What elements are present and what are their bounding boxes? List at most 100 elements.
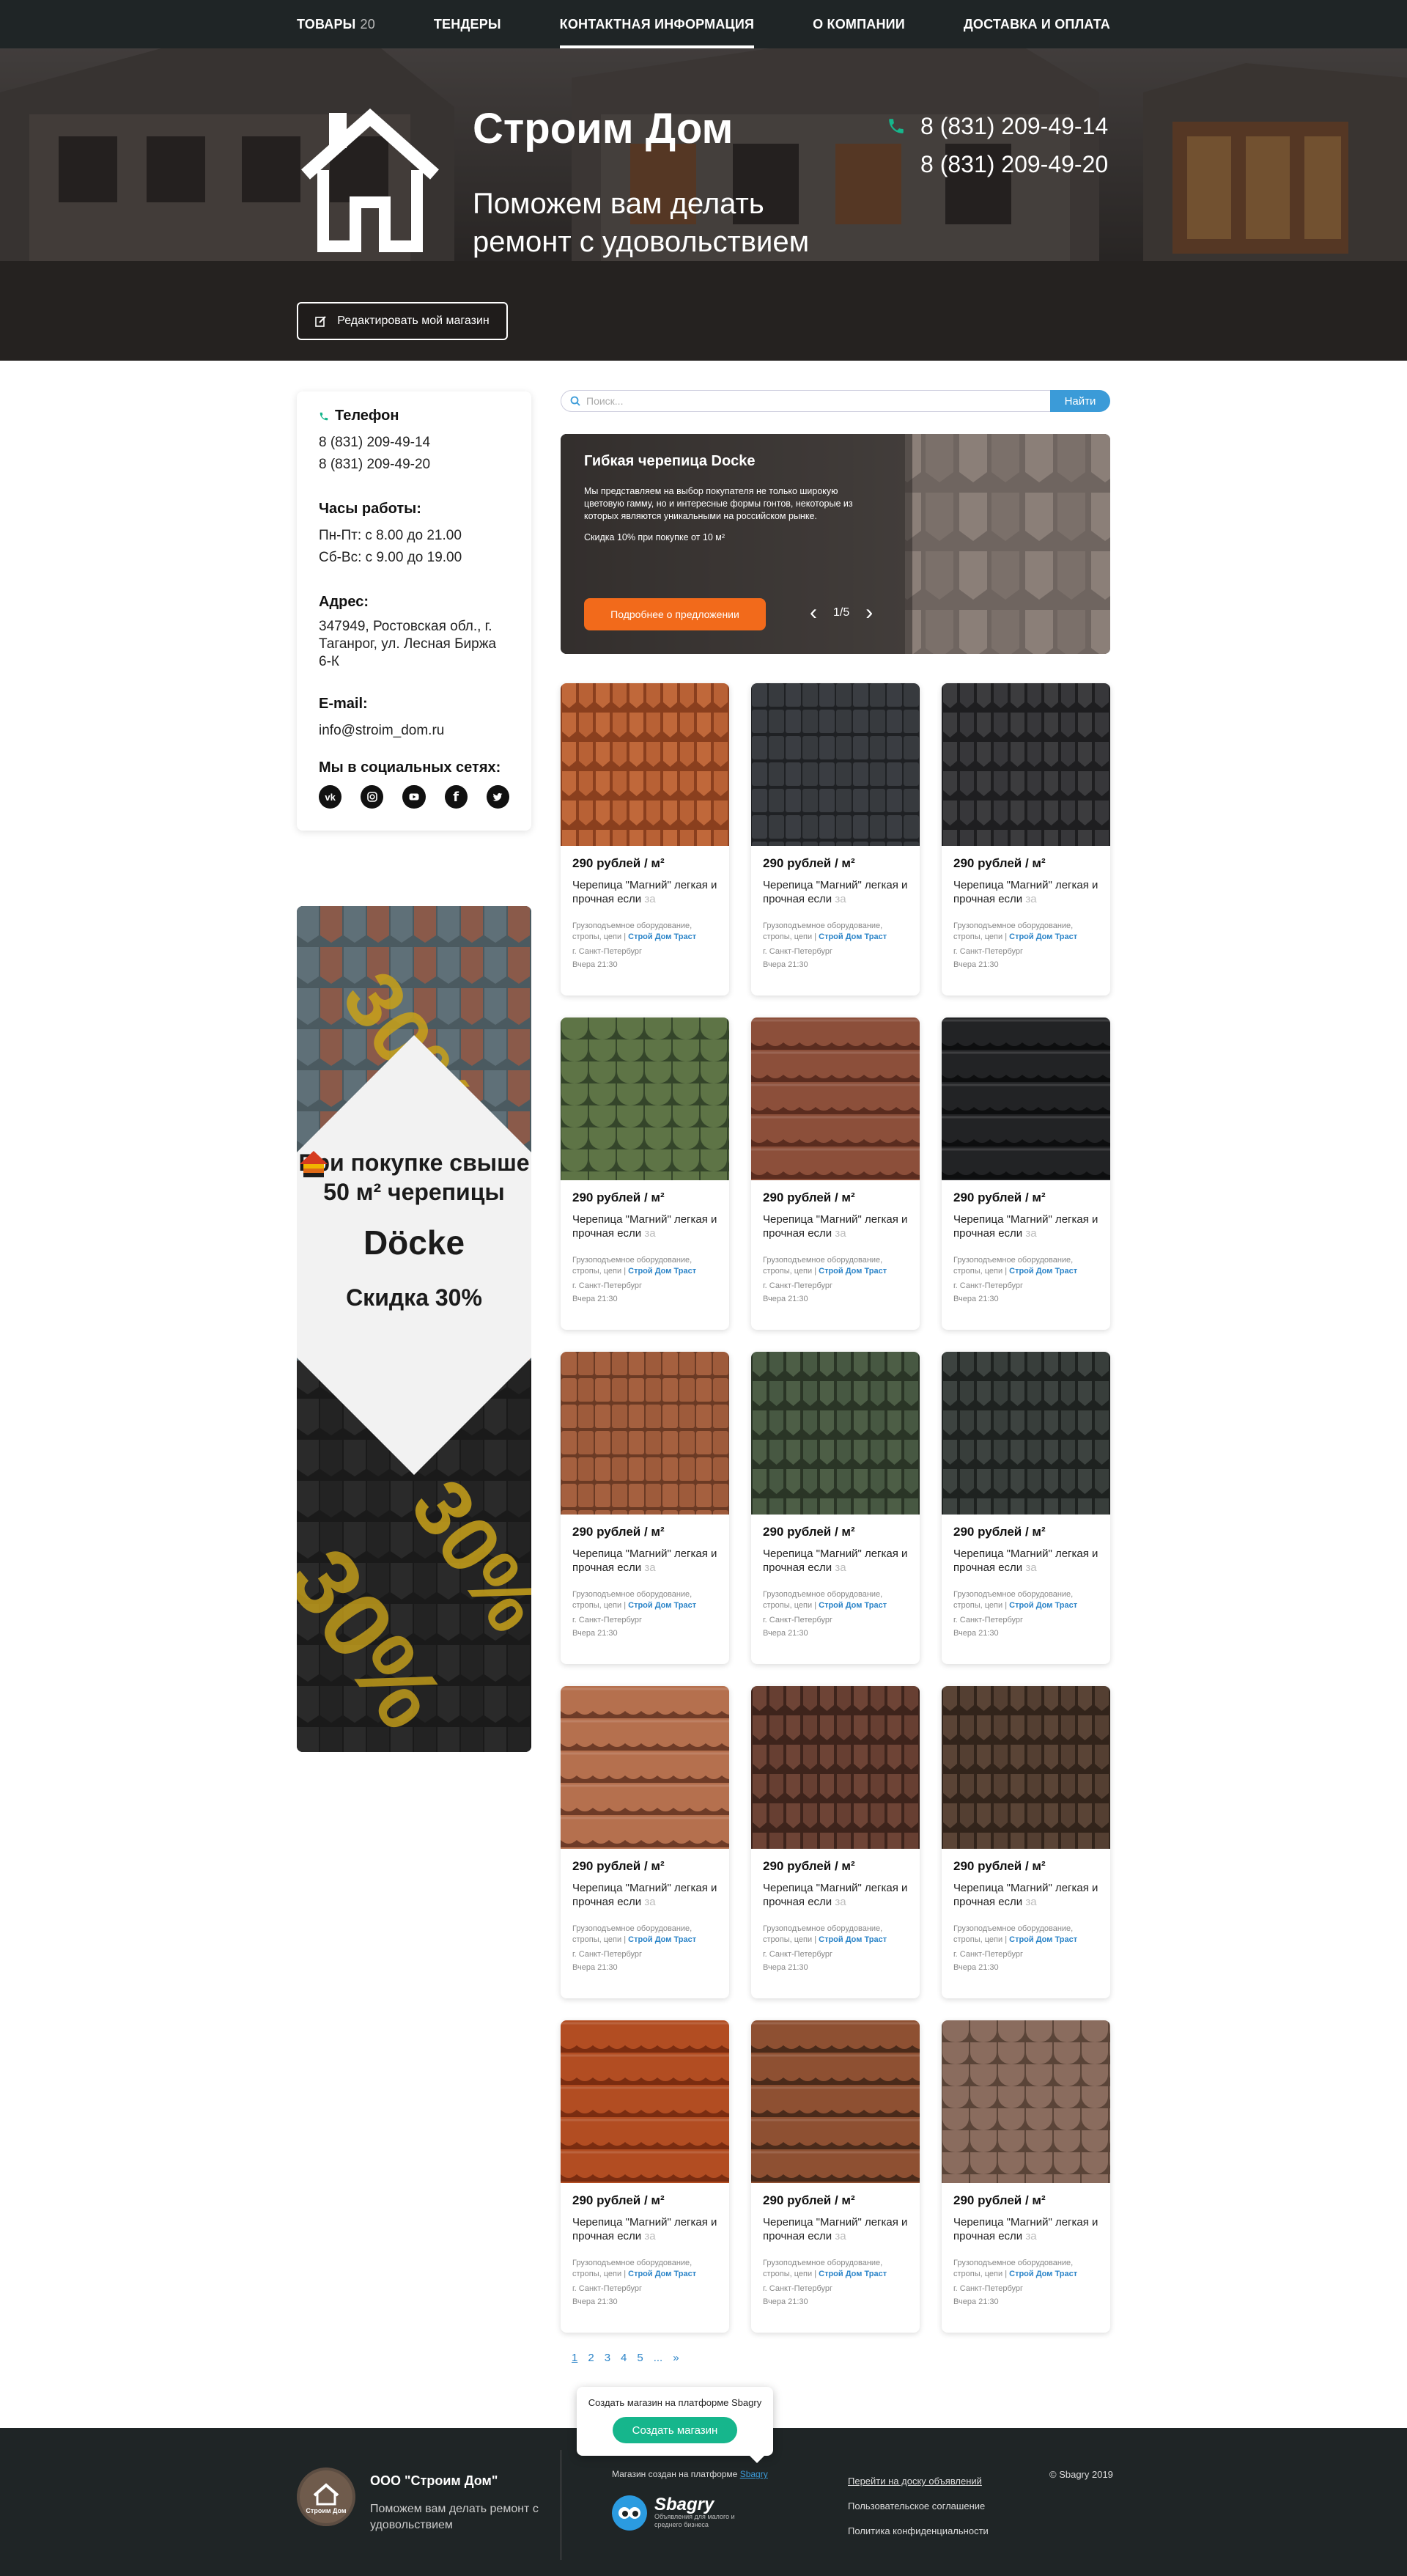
product-card[interactable]: 290 рублей / м² Черепица "Магний" легкая… [942,683,1110,996]
sidebar-phone-2[interactable]: 8 (831) 209-49-20 [319,454,509,476]
product-card[interactable]: 290 рублей / м² Черепица "Магний" легкая… [561,1017,729,1330]
product-seller-link[interactable]: Строй Дом Траст [628,1935,696,1944]
footer-company: ООО "Строим Дом" [370,2473,498,2488]
nav-products[interactable]: ТОВАРЫ 20 [297,0,375,48]
product-image[interactable] [751,1686,920,1849]
product-seller-link[interactable]: Строй Дом Траст [819,1935,887,1944]
product-card[interactable]: 290 рублей / м² Черепица "Магний" легкая… [942,1017,1110,1330]
product-image[interactable] [751,1017,920,1180]
product-seller-link[interactable]: Строй Дом Траст [819,1601,887,1610]
product-title[interactable]: Черепица "Магний" легкая и прочная если … [953,2215,1098,2245]
product-seller-link[interactable]: Строй Дом Траст [1009,1601,1077,1610]
product-card[interactable]: 290 рублей / м² Черепица "Магний" легкая… [751,1017,920,1330]
hero-phone-2[interactable]: 8 (831) 209-49-20 [887,145,1108,183]
youtube-icon[interactable] [402,785,426,809]
chevron-right-icon[interactable]: › [865,602,873,624]
product-card[interactable]: 290 рублей / м² Черепица "Магний" легкая… [751,2020,920,2333]
product-title[interactable]: Черепица "Магний" легкая и прочная если … [572,2215,717,2245]
product-title[interactable]: Черепица "Магний" легкая и прочная если … [953,878,1098,908]
board-link[interactable]: Перейти на доску объявлений [848,2469,989,2494]
product-title[interactable]: Черепица "Магний" легкая и прочная если … [763,878,908,908]
page-4[interactable]: 4 [621,2352,627,2364]
slider-more-button[interactable]: Подробнее о предложении [584,598,766,630]
page-2[interactable]: 2 [588,2352,594,2364]
product-card[interactable]: 290 рублей / м² Черепица "Магний" легкая… [561,2020,729,2333]
product-title[interactable]: Черепица "Магний" легкая и прочная если … [763,2215,908,2245]
product-title-fade: за [644,1561,656,1574]
product-seller-link[interactable]: Строй Дом Траст [628,2270,696,2278]
product-image[interactable] [751,2020,920,2183]
product-seller-link[interactable]: Строй Дом Траст [819,2270,887,2278]
nav-about[interactable]: О КОМПАНИИ [813,0,905,48]
nav-delivery[interactable]: ДОСТАВКА И ОПЛАТА [964,0,1110,48]
product-title[interactable]: Черепица "Магний" легкая и прочная если … [953,1547,1098,1576]
nav-tenders[interactable]: ТЕНДЕРЫ [434,0,501,48]
product-card[interactable]: 290 рублей / м² Черепица "Магний" легкая… [561,1686,729,1998]
product-image[interactable] [942,2020,1110,2183]
product-seller-link[interactable]: Строй Дом Траст [628,932,696,941]
product-image[interactable] [751,683,920,846]
hero-phone-1[interactable]: 8 (831) 209-49-14 [887,107,1108,145]
product-seller-link[interactable]: Строй Дом Траст [628,1267,696,1276]
product-image[interactable] [942,1017,1110,1180]
product-seller-link[interactable]: Строй Дом Траст [1009,1267,1077,1276]
product-seller-link[interactable]: Строй Дом Траст [1009,1935,1077,1944]
product-title[interactable]: Черепица "Магний" легкая и прочная если … [763,1881,908,1910]
product-seller-link[interactable]: Строй Дом Траст [819,1267,887,1276]
product-seller-link[interactable]: Строй Дом Траст [1009,2270,1077,2278]
product-card[interactable]: 290 рублей / м² Черепица "Магний" легкая… [751,1686,920,1998]
page-1[interactable]: 1 [572,2352,577,2364]
product-seller-link[interactable]: Строй Дом Траст [628,1601,696,1610]
product-title[interactable]: Черепица "Магний" легкая и прочная если … [953,1881,1098,1910]
footer-logo-text: Строим Дом [306,2507,346,2514]
product-title[interactable]: Черепица "Магний" легкая и прочная если … [572,1547,717,1576]
product-card[interactable]: 290 рублей / м² Черепица "Магний" легкая… [942,1686,1110,1998]
edit-shop-button[interactable]: Редактировать мой магазин [297,302,508,340]
instagram-icon[interactable] [361,785,384,809]
page-5[interactable]: 5 [637,2352,643,2364]
product-card[interactable]: 290 рублей / м² Черепица "Магний" легкая… [561,683,729,996]
page-3[interactable]: 3 [605,2352,610,2364]
page-next[interactable]: » [673,2352,679,2364]
product-image[interactable] [561,1352,729,1515]
product-title[interactable]: Черепица "Магний" легкая и прочная если … [572,1881,717,1910]
product-seller-link[interactable]: Строй Дом Траст [1009,932,1077,941]
product-image[interactable] [561,1017,729,1180]
product-title[interactable]: Черепица "Магний" легкая и прочная если … [763,1212,908,1242]
search-input[interactable]: Поиск... [561,390,1050,412]
product-title[interactable]: Черепица "Магний" легкая и прочная если … [572,878,717,908]
privacy-link[interactable]: Политика конфиденциальности [848,2519,989,2544]
product-image[interactable] [561,1686,729,1849]
product-image[interactable] [942,1352,1110,1515]
facebook-icon[interactable]: f [444,785,468,809]
product-card[interactable]: 290 рублей / м² Черепица "Магний" легкая… [561,1352,729,1664]
search-button[interactable]: Найти [1050,390,1110,412]
product-title[interactable]: Черепица "Магний" легкая и прочная если … [953,1212,1098,1242]
product-image[interactable] [561,2020,729,2183]
product-image[interactable] [561,683,729,846]
sbagry-logo-text: Sbagry [654,2495,714,2514]
email-link[interactable]: info@stroim_dom.ru [319,720,509,742]
product-card[interactable]: 290 рублей / м² Черепица "Магний" легкая… [751,683,920,996]
product-card[interactable]: 290 рублей / м² Черепица "Магний" легкая… [942,2020,1110,2333]
product-title[interactable]: Черепица "Магний" легкая и прочная если … [572,1212,717,1242]
product-card[interactable]: 290 рублей / м² Черепица "Магний" легкая… [751,1352,920,1664]
product-seller-link[interactable]: Строй Дом Траст [819,932,887,941]
product-title[interactable]: Черепица "Магний" легкая и прочная если … [763,1547,908,1576]
product-info: 290 рублей / м² Черепица "Магний" легкая… [942,2183,1110,2316]
twitter-icon[interactable] [486,785,510,809]
chevron-left-icon[interactable]: ‹ [810,602,817,624]
product-image[interactable] [942,683,1110,846]
nav-contacts[interactable]: КОНТАКТНАЯ ИНФОРМАЦИЯ [559,0,755,48]
product-image[interactable] [942,1686,1110,1849]
sbagry-logo[interactable]: Sbagry Объявления для малого и среднего … [612,2495,735,2531]
vk-icon[interactable]: vk [319,785,342,809]
create-shop-button[interactable]: Создать магазин [613,2417,737,2443]
platform-link[interactable]: Sbagry [740,2469,768,2479]
product-image[interactable] [751,1352,920,1515]
promo-banner[interactable]: 30% 30% 30% При покупке свыше 50 м² чере… [297,906,531,1752]
sidebar-phone-1[interactable]: 8 (831) 209-49-14 [319,432,509,454]
terms-link[interactable]: Пользовательское соглашение [848,2494,989,2519]
product-card[interactable]: 290 рублей / м² Черепица "Магний" легкая… [942,1352,1110,1664]
product-time: Вчера 21:30 [953,1295,999,1303]
